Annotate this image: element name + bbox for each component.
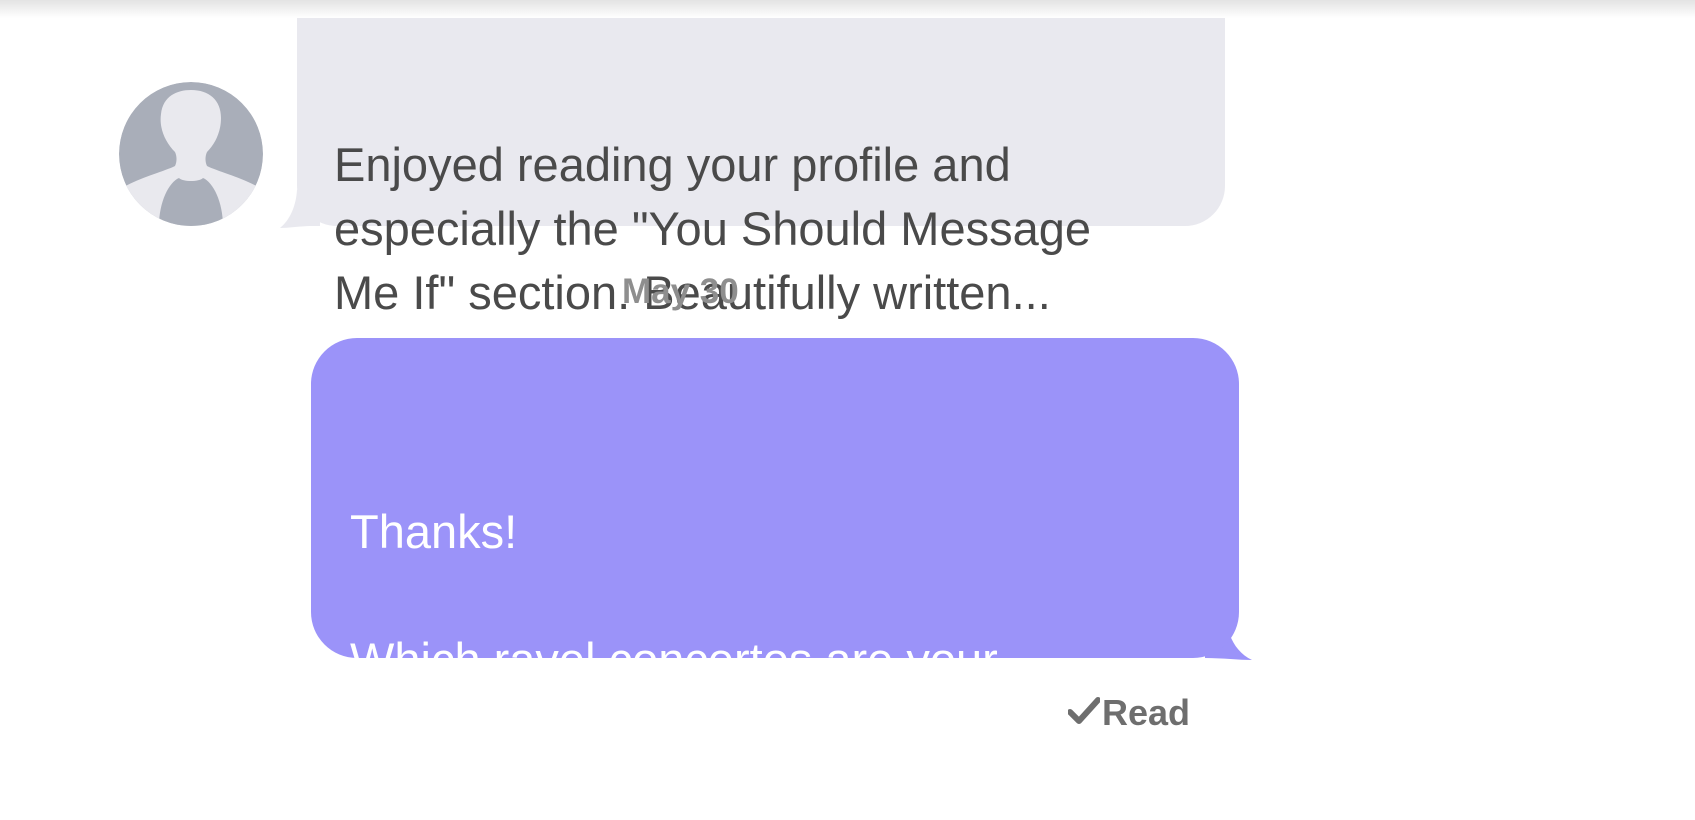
read-receipt-label: Read	[1102, 692, 1191, 733]
checkmark-icon	[1067, 692, 1102, 734]
read-receipt: Read	[1067, 692, 1191, 734]
received-message-text: Enjoyed reading your profile and especia…	[334, 138, 1092, 319]
sent-message-bubble[interactable]: Thanks! Which ravel concertos are your f…	[311, 338, 1239, 750]
sender-avatar[interactable]	[119, 82, 263, 226]
top-bar-shadow	[0, 0, 1695, 18]
date-separator: May 30	[622, 272, 739, 311]
default-user-silhouette-icon	[119, 82, 263, 226]
received-message-bubble[interactable]: Enjoyed reading your profile and especia…	[297, 18, 1225, 319]
